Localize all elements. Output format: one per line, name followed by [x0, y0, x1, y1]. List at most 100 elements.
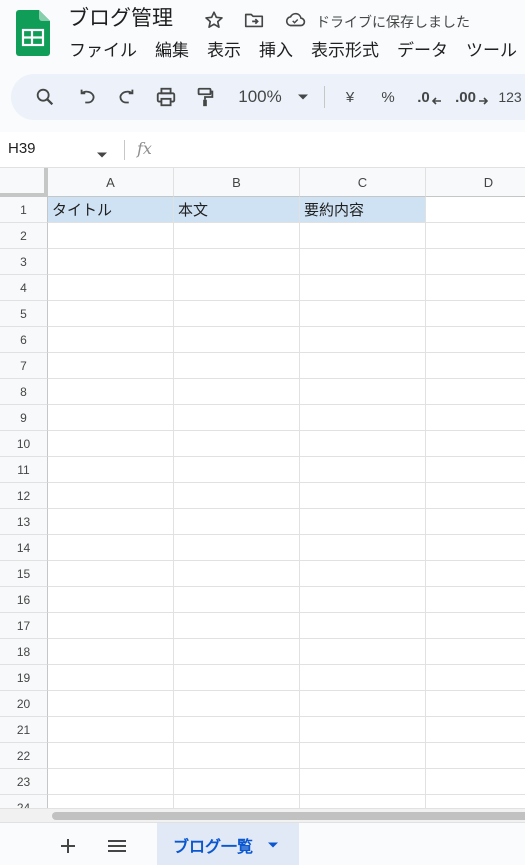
name-box-dropdown-icon[interactable] — [96, 146, 108, 164]
grid-cell[interactable] — [300, 535, 426, 561]
grid-cell[interactable] — [426, 249, 525, 275]
grid-cell[interactable] — [48, 301, 174, 327]
row-header[interactable]: 17 — [0, 613, 48, 639]
grid-cell[interactable] — [426, 743, 525, 769]
grid-cell[interactable] — [174, 275, 300, 301]
grid-cell[interactable] — [300, 223, 426, 249]
grid-cell[interactable] — [174, 509, 300, 535]
grid-cell[interactable] — [174, 353, 300, 379]
grid-cell[interactable] — [48, 405, 174, 431]
row-header[interactable]: 20 — [0, 691, 48, 717]
row-header[interactable]: 23 — [0, 769, 48, 795]
grid-cell[interactable] — [174, 535, 300, 561]
grid-cell[interactable] — [426, 405, 525, 431]
row-header[interactable]: 21 — [0, 717, 48, 743]
grid-cell[interactable] — [48, 613, 174, 639]
header-cell[interactable]: タイトル — [48, 197, 174, 223]
header-cell[interactable]: 本文 — [174, 197, 300, 223]
grid-cell[interactable] — [426, 327, 525, 353]
grid-cell[interactable] — [426, 379, 525, 405]
grid-cell[interactable] — [426, 717, 525, 743]
increase-decimal-button[interactable]: .00 — [455, 85, 489, 109]
grid-cell[interactable] — [300, 613, 426, 639]
grid-cell[interactable] — [426, 353, 525, 379]
grid-cell[interactable] — [300, 665, 426, 691]
document-title[interactable]: ブログ管理 — [68, 5, 173, 33]
grid-cell[interactable] — [48, 483, 174, 509]
grid-cell[interactable] — [300, 691, 426, 717]
grid-cell[interactable] — [426, 275, 525, 301]
column-header[interactable]: A — [48, 168, 174, 197]
header-cell[interactable]: 要約内容 — [300, 197, 426, 223]
grid-cell[interactable] — [426, 561, 525, 587]
currency-format-button[interactable]: ¥ — [339, 85, 361, 109]
row-header[interactable]: 2 — [0, 223, 48, 249]
search-menus-icon[interactable] — [33, 85, 57, 109]
row-header[interactable]: 8 — [0, 379, 48, 405]
grid-cell[interactable] — [426, 483, 525, 509]
grid-cell[interactable] — [174, 769, 300, 795]
grid-cell[interactable] — [174, 665, 300, 691]
grid-cell[interactable] — [174, 691, 300, 717]
grid-cell[interactable] — [174, 613, 300, 639]
paint-format-icon[interactable] — [193, 85, 217, 109]
grid-cell[interactable] — [48, 509, 174, 535]
star-icon[interactable] — [202, 8, 226, 32]
grid-cell[interactable] — [426, 223, 525, 249]
grid-cell[interactable] — [426, 691, 525, 717]
grid-cell[interactable] — [300, 301, 426, 327]
menu-insert[interactable]: 挿入 — [259, 39, 293, 63]
grid-cell[interactable] — [174, 379, 300, 405]
grid-cell[interactable] — [48, 743, 174, 769]
grid-cell[interactable] — [426, 509, 525, 535]
sheets-logo-icon[interactable] — [16, 10, 50, 56]
row-header[interactable]: 16 — [0, 587, 48, 613]
grid-cell[interactable] — [300, 769, 426, 795]
menu-file[interactable]: ファイル — [69, 39, 137, 63]
row-header[interactable]: 9 — [0, 405, 48, 431]
grid-cell[interactable] — [174, 457, 300, 483]
grid-cell[interactable] — [48, 587, 174, 613]
menu-data[interactable]: データ — [397, 39, 448, 63]
decrease-decimal-button[interactable]: .0 — [415, 85, 445, 109]
grid-cell[interactable] — [300, 327, 426, 353]
add-sheet-icon[interactable] — [57, 835, 79, 857]
grid-cell[interactable] — [174, 587, 300, 613]
grid-cell[interactable] — [48, 379, 174, 405]
grid-cell[interactable] — [48, 665, 174, 691]
zoom-select[interactable]: 100% — [235, 85, 285, 109]
grid-cell[interactable] — [174, 431, 300, 457]
grid-cell[interactable] — [48, 717, 174, 743]
row-header[interactable]: 4 — [0, 275, 48, 301]
grid-cell[interactable] — [174, 483, 300, 509]
grid-cell[interactable] — [300, 561, 426, 587]
grid-cell[interactable] — [300, 275, 426, 301]
grid-cell[interactable] — [174, 223, 300, 249]
horizontal-scrollbar[interactable] — [0, 808, 525, 822]
row-header[interactable]: 10 — [0, 431, 48, 457]
row-header[interactable]: 1 — [0, 197, 48, 223]
number-format-button[interactable]: 123 — [496, 85, 524, 109]
grid-cell[interactable] — [48, 457, 174, 483]
sheet-tab-active[interactable]: ブログ一覧 — [157, 823, 299, 865]
grid-cell[interactable] — [300, 431, 426, 457]
row-header[interactable]: 11 — [0, 457, 48, 483]
zoom-dropdown-icon[interactable] — [295, 85, 311, 109]
grid-cell[interactable] — [426, 431, 525, 457]
grid-cell[interactable] — [48, 535, 174, 561]
row-header[interactable]: 6 — [0, 327, 48, 353]
grid-cell[interactable] — [300, 353, 426, 379]
grid-cell[interactable] — [174, 249, 300, 275]
grid-cell[interactable] — [426, 587, 525, 613]
grid-cell[interactable] — [174, 795, 300, 808]
grid-cell[interactable] — [426, 301, 525, 327]
row-header[interactable]: 13 — [0, 509, 48, 535]
grid-cell[interactable] — [48, 223, 174, 249]
column-header[interactable]: D — [426, 168, 525, 197]
grid-cell[interactable] — [300, 509, 426, 535]
grid-cell[interactable] — [48, 795, 174, 808]
row-header[interactable]: 3 — [0, 249, 48, 275]
grid-cell[interactable] — [174, 327, 300, 353]
name-box[interactable]: H39 — [8, 140, 36, 157]
row-header[interactable]: 24 — [0, 795, 48, 808]
